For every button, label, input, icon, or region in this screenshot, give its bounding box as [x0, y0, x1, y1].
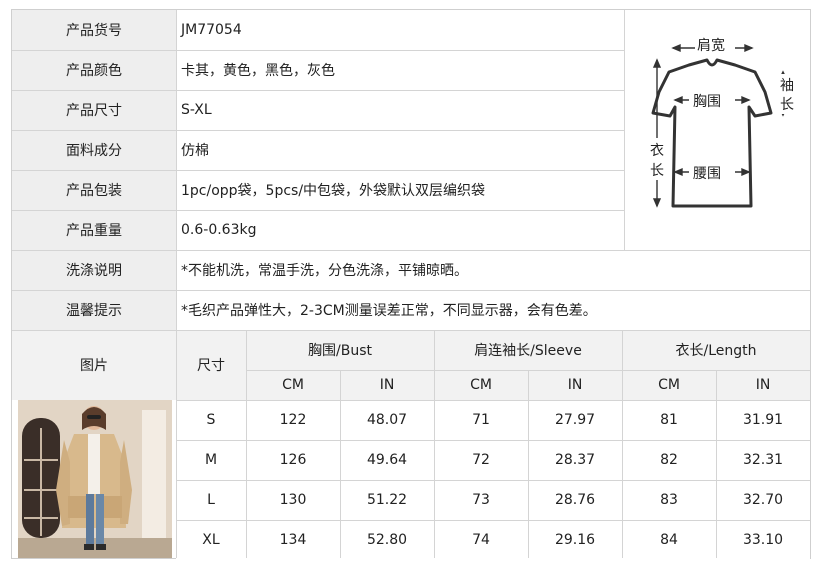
unit-header: CM	[246, 370, 340, 400]
grid-line	[340, 370, 341, 558]
info-value: 0.6-0.63kg	[176, 210, 624, 250]
measurement-cell: 28.37	[528, 440, 622, 480]
measurement-cell: 71	[434, 400, 528, 440]
size-cell: L	[176, 480, 246, 520]
size-cell: M	[176, 440, 246, 480]
info-value: JM77054	[176, 10, 624, 50]
measurement-cell: 72	[434, 440, 528, 480]
measurement-cell: 73	[434, 480, 528, 520]
measurement-cell: 82	[622, 440, 716, 480]
info-value: *不能机洗，常温手洗，分色洗涤，平铺晾晒。	[176, 250, 810, 290]
waist-label: 腰围	[693, 166, 721, 182]
measurement-cell: 31.91	[716, 400, 810, 440]
grid-line	[246, 330, 247, 558]
measurement-cell: 48.07	[340, 400, 434, 440]
measurement-cell: 27.97	[528, 400, 622, 440]
grid-line	[434, 330, 435, 558]
photo-header: 图片	[12, 330, 176, 400]
bust-header: 胸围/Bust	[246, 330, 434, 370]
grid-line	[622, 330, 623, 558]
measurement-cell: 81	[622, 400, 716, 440]
grid-line	[176, 400, 810, 401]
sleeve-label-1: 袖	[780, 78, 794, 94]
grid-line	[12, 210, 624, 211]
grid-line	[176, 330, 177, 558]
grid-line	[12, 290, 810, 291]
unit-header: CM	[622, 370, 716, 400]
measurement-cell: 134	[246, 520, 340, 560]
grid-line	[12, 250, 810, 251]
chest-label: 胸围	[693, 94, 721, 110]
unit-header: IN	[528, 370, 622, 400]
info-label: 洗涤说明	[12, 250, 176, 290]
grid-line	[12, 50, 624, 51]
info-label: 产品包装	[12, 170, 176, 210]
info-label: 产品重量	[12, 210, 176, 250]
measurement-cell: 126	[246, 440, 340, 480]
measurement-cell: 84	[622, 520, 716, 560]
sleeve-header: 肩连袖长/Sleeve	[434, 330, 622, 370]
shoulder-label: 肩宽	[697, 37, 725, 54]
size-cell: XL	[176, 520, 246, 560]
grid-line	[176, 440, 810, 441]
unit-header: IN	[716, 370, 810, 400]
grid-line	[716, 370, 717, 558]
measurement-cell: 52.80	[340, 520, 434, 560]
grid-line	[12, 330, 810, 331]
grid-line	[12, 130, 624, 131]
info-label: 产品颜色	[12, 50, 176, 90]
measurement-cell: 74	[434, 520, 528, 560]
info-label: 产品尺寸	[12, 90, 176, 130]
model-cardigan-image	[12, 400, 176, 558]
length-header: 衣长/Length	[622, 330, 810, 370]
info-label: 面料成分	[12, 130, 176, 170]
measurement-cell: 122	[246, 400, 340, 440]
length-label-2: 长	[650, 163, 664, 179]
measurement-diagram: 肩宽 胸围 腰围 衣 长 袖 长	[625, 10, 810, 250]
info-value: 1pc/opp袋，5pcs/中包袋，外袋默认双层编织袋	[176, 170, 624, 210]
measurement-cell: 32.31	[716, 440, 810, 480]
grid-line	[176, 10, 177, 330]
measurement-cell: 32.70	[716, 480, 810, 520]
size-cell: S	[176, 400, 246, 440]
grid-line	[176, 480, 810, 481]
measurement-cell: 83	[622, 480, 716, 520]
spec-sheet: 产品货号 JM77054 产品颜色 卡其，黄色，黑色，灰色 产品尺寸 S-XL …	[11, 9, 811, 560]
measurement-cell: 49.64	[340, 440, 434, 480]
grid-line	[12, 90, 624, 91]
length-label-1: 衣	[650, 143, 664, 159]
info-label: 温馨提示	[12, 290, 176, 330]
grid-line	[528, 370, 529, 558]
info-value: S-XL	[176, 90, 624, 130]
info-value: 卡其，黄色，黑色，灰色	[176, 50, 624, 90]
product-photo	[12, 400, 176, 558]
measurement-cell: 130	[246, 480, 340, 520]
sleeve-label-2: 长	[780, 97, 794, 113]
measurement-cell: 29.16	[528, 520, 622, 560]
size-header: 尺寸	[176, 330, 246, 400]
measurement-cell: 33.10	[716, 520, 810, 560]
unit-header: CM	[434, 370, 528, 400]
unit-header: IN	[340, 370, 434, 400]
info-label: 产品货号	[12, 10, 176, 50]
measurement-cell: 28.76	[528, 480, 622, 520]
info-value: *毛织产品弹性大，2-3CM测量误差正常，不同显示器，会有色差。	[176, 290, 810, 330]
info-value: 仿棉	[176, 130, 624, 170]
grid-line	[624, 10, 625, 250]
tshirt-outline-icon: 肩宽 胸围 腰围 衣 长 袖 长	[647, 34, 799, 208]
grid-line	[12, 170, 624, 171]
measurement-cell: 51.22	[340, 480, 434, 520]
grid-line	[176, 520, 810, 521]
